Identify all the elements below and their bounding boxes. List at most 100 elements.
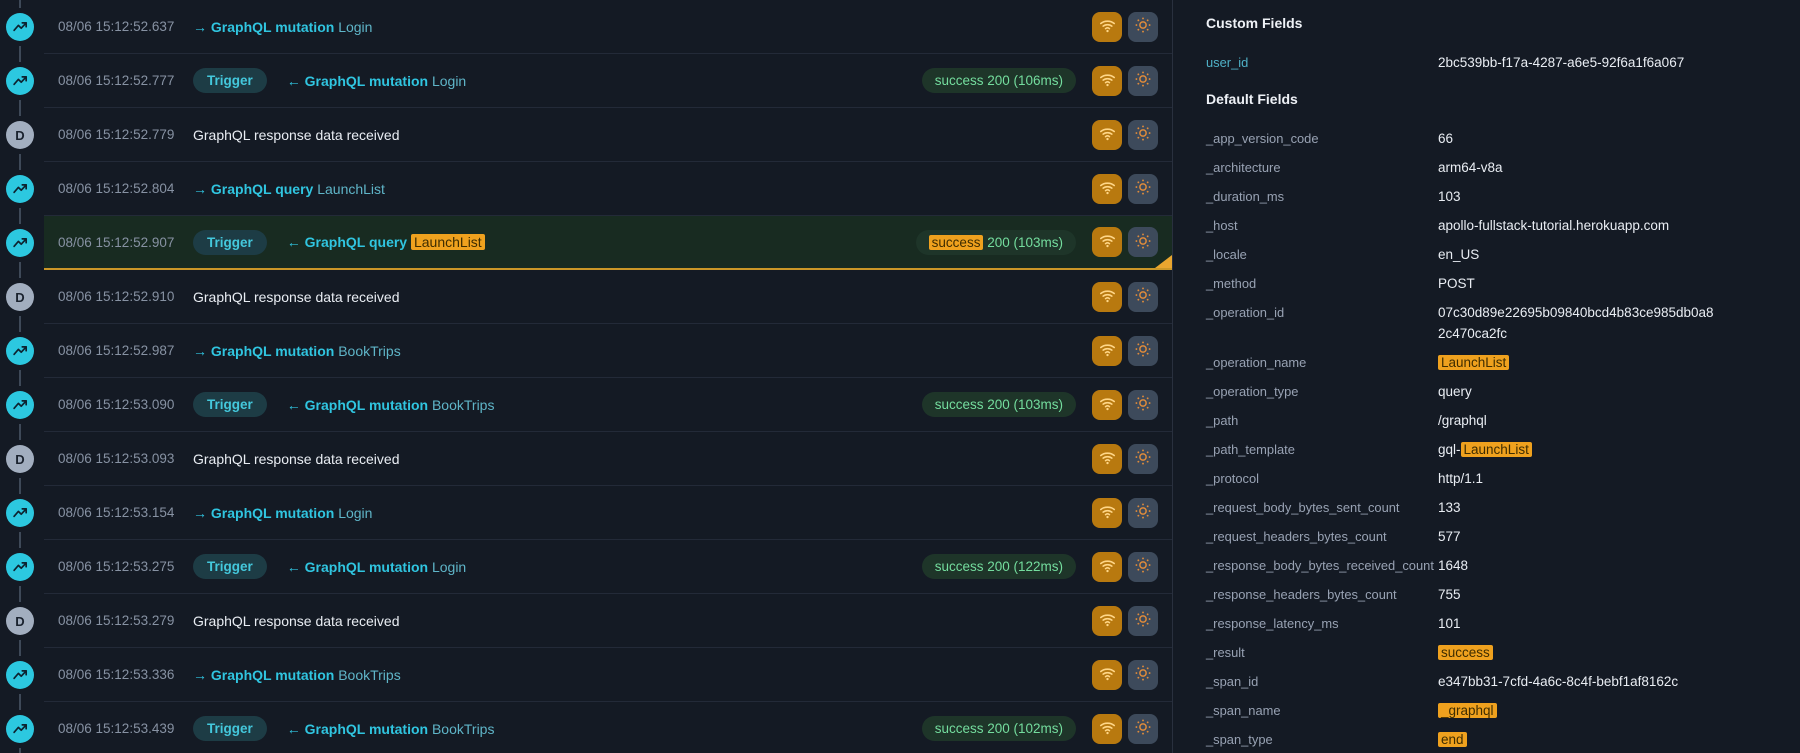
wifi-icon bbox=[1098, 231, 1117, 253]
highlight-button[interactable] bbox=[1128, 12, 1158, 42]
field-label[interactable]: user_id bbox=[1206, 52, 1438, 73]
network-button[interactable] bbox=[1092, 552, 1122, 582]
highlight-button[interactable] bbox=[1128, 498, 1158, 528]
row-content: 08/06 15:12:53.275Trigger← GraphQL mutat… bbox=[44, 540, 1172, 594]
event-label: ← GraphQL mutation Login bbox=[287, 559, 466, 575]
log-row[interactable]: 08/06 15:12:53.336→ GraphQL mutation Boo… bbox=[0, 648, 1172, 702]
network-button[interactable] bbox=[1092, 606, 1122, 636]
text-segment: success 200 (103ms) bbox=[935, 397, 1063, 412]
log-row[interactable]: 08/06 15:12:52.907Trigger← GraphQL query… bbox=[0, 216, 1172, 270]
network-button[interactable] bbox=[1092, 336, 1122, 366]
highlight-button[interactable] bbox=[1128, 227, 1158, 257]
field-value: query bbox=[1438, 381, 1800, 402]
log-row[interactable]: D08/06 15:12:53.279GraphQL response data… bbox=[0, 594, 1172, 648]
field-value: arm64-v8a bbox=[1438, 157, 1800, 178]
sun-icon bbox=[1134, 502, 1152, 523]
field-value: POST bbox=[1438, 273, 1800, 294]
text-segment: BookTrips bbox=[428, 397, 494, 413]
network-button[interactable] bbox=[1092, 714, 1122, 744]
text-segment: ← GraphQL mutation bbox=[287, 73, 428, 89]
wifi-icon bbox=[1098, 178, 1117, 200]
highlight-button[interactable] bbox=[1128, 336, 1158, 366]
log-row[interactable]: 08/06 15:12:52.987→ GraphQL mutation Boo… bbox=[0, 324, 1172, 378]
trigger-badge: Trigger bbox=[193, 554, 267, 579]
field-row: user_id2bc539bb-f17a-4287-a6e5-92f6a1f6a… bbox=[1206, 52, 1800, 73]
log-row[interactable]: 08/06 15:12:52.637→ GraphQL mutation Log… bbox=[0, 0, 1172, 54]
highlight-button[interactable] bbox=[1128, 120, 1158, 150]
network-button[interactable] bbox=[1092, 498, 1122, 528]
text-segment: POST bbox=[1438, 276, 1475, 291]
search-highlight: LaunchList bbox=[1438, 355, 1509, 370]
sun-icon bbox=[1134, 70, 1152, 91]
text-segment: → GraphQL mutation bbox=[193, 19, 334, 35]
network-button[interactable] bbox=[1092, 120, 1122, 150]
text-segment: → GraphQL mutation bbox=[193, 667, 334, 683]
field-label: _protocol bbox=[1206, 468, 1438, 489]
field-value: 755 bbox=[1438, 584, 1800, 605]
network-button[interactable] bbox=[1092, 390, 1122, 420]
row-content: 08/06 15:12:53.439Trigger← GraphQL mutat… bbox=[44, 702, 1172, 753]
wifi-icon bbox=[1098, 124, 1117, 146]
text-segment: Login bbox=[428, 559, 466, 575]
search-highlight: success bbox=[1438, 645, 1493, 660]
field-row: _app_version_code66 bbox=[1206, 128, 1800, 149]
log-row[interactable]: 08/06 15:12:53.275Trigger← GraphQL mutat… bbox=[0, 540, 1172, 594]
network-button[interactable] bbox=[1092, 12, 1122, 42]
highlight-button[interactable] bbox=[1128, 66, 1158, 96]
highlight-button[interactable] bbox=[1128, 174, 1158, 204]
highlight-button[interactable] bbox=[1128, 552, 1158, 582]
timeline: 08/06 15:12:52.637→ GraphQL mutation Log… bbox=[0, 0, 1172, 753]
field-value: /graphql bbox=[1438, 410, 1800, 431]
log-row[interactable]: 08/06 15:12:53.439Trigger← GraphQL mutat… bbox=[0, 702, 1172, 753]
log-row[interactable]: 08/06 15:12:52.777Trigger← GraphQL mutat… bbox=[0, 54, 1172, 108]
text-segment: gql- bbox=[1438, 442, 1461, 457]
field-value[interactable]: 2bc539bb-f17a-4287-a6e5-92f6a1f6a067 bbox=[1438, 52, 1800, 73]
log-row[interactable]: D08/06 15:12:53.093GraphQL response data… bbox=[0, 432, 1172, 486]
row-content: 08/06 15:12:53.279GraphQL response data … bbox=[44, 594, 1172, 648]
text-segment: → GraphQL mutation bbox=[193, 343, 334, 359]
log-row[interactable]: D08/06 15:12:52.779GraphQL response data… bbox=[0, 108, 1172, 162]
log-row[interactable]: 08/06 15:12:52.804→ GraphQL query Launch… bbox=[0, 162, 1172, 216]
highlight-button[interactable] bbox=[1128, 282, 1158, 312]
network-button[interactable] bbox=[1092, 227, 1122, 257]
network-button[interactable] bbox=[1092, 282, 1122, 312]
log-row[interactable]: D08/06 15:12:52.910GraphQL response data… bbox=[0, 270, 1172, 324]
highlight-button[interactable] bbox=[1128, 444, 1158, 474]
sun-icon bbox=[1134, 340, 1152, 361]
search-highlight: _graphql bbox=[1438, 703, 1497, 718]
event-label: → GraphQL query LaunchList bbox=[193, 181, 385, 197]
event-label: ← GraphQL mutation Login bbox=[287, 73, 466, 89]
field-row: _span_typeend bbox=[1206, 729, 1800, 750]
search-highlight: LaunchList bbox=[1461, 442, 1532, 457]
field-value: 1648 bbox=[1438, 555, 1800, 576]
search-highlight: success bbox=[929, 235, 984, 250]
highlight-button[interactable] bbox=[1128, 606, 1158, 636]
text-segment: ← GraphQL mutation bbox=[287, 721, 428, 737]
highlight-button[interactable] bbox=[1128, 714, 1158, 744]
network-button[interactable] bbox=[1092, 174, 1122, 204]
event-label: → GraphQL mutation BookTrips bbox=[193, 667, 401, 683]
field-row: _path/graphql bbox=[1206, 410, 1800, 431]
field-label: _span_name bbox=[1206, 700, 1438, 721]
field-label: _method bbox=[1206, 273, 1438, 294]
highlight-button[interactable] bbox=[1128, 390, 1158, 420]
network-button[interactable] bbox=[1092, 444, 1122, 474]
timeline-rail bbox=[0, 540, 44, 594]
trigger-badge: Trigger bbox=[193, 68, 267, 93]
field-value: 101 bbox=[1438, 613, 1800, 634]
text-segment: BookTrips bbox=[334, 667, 400, 683]
row-content: 08/06 15:12:53.093GraphQL response data … bbox=[44, 432, 1172, 486]
highlight-button[interactable] bbox=[1128, 660, 1158, 690]
status-badge: success 200 (103ms) bbox=[922, 392, 1076, 417]
trend-up-icon bbox=[6, 13, 34, 41]
network-button[interactable] bbox=[1092, 66, 1122, 96]
text-segment: GraphQL response data received bbox=[193, 127, 400, 143]
network-button[interactable] bbox=[1092, 660, 1122, 690]
row-content: 08/06 15:12:52.637→ GraphQL mutation Log… bbox=[44, 0, 1172, 54]
log-row[interactable]: 08/06 15:12:53.154→ GraphQL mutation Log… bbox=[0, 486, 1172, 540]
log-row[interactable]: 08/06 15:12:53.090Trigger← GraphQL mutat… bbox=[0, 378, 1172, 432]
field-row: _operation_id07c30d89e22695b09840bcd4b83… bbox=[1206, 302, 1800, 344]
field-row: _methodPOST bbox=[1206, 273, 1800, 294]
row-content: 08/06 15:12:52.779GraphQL response data … bbox=[44, 108, 1172, 162]
text-segment: query bbox=[1438, 384, 1472, 399]
